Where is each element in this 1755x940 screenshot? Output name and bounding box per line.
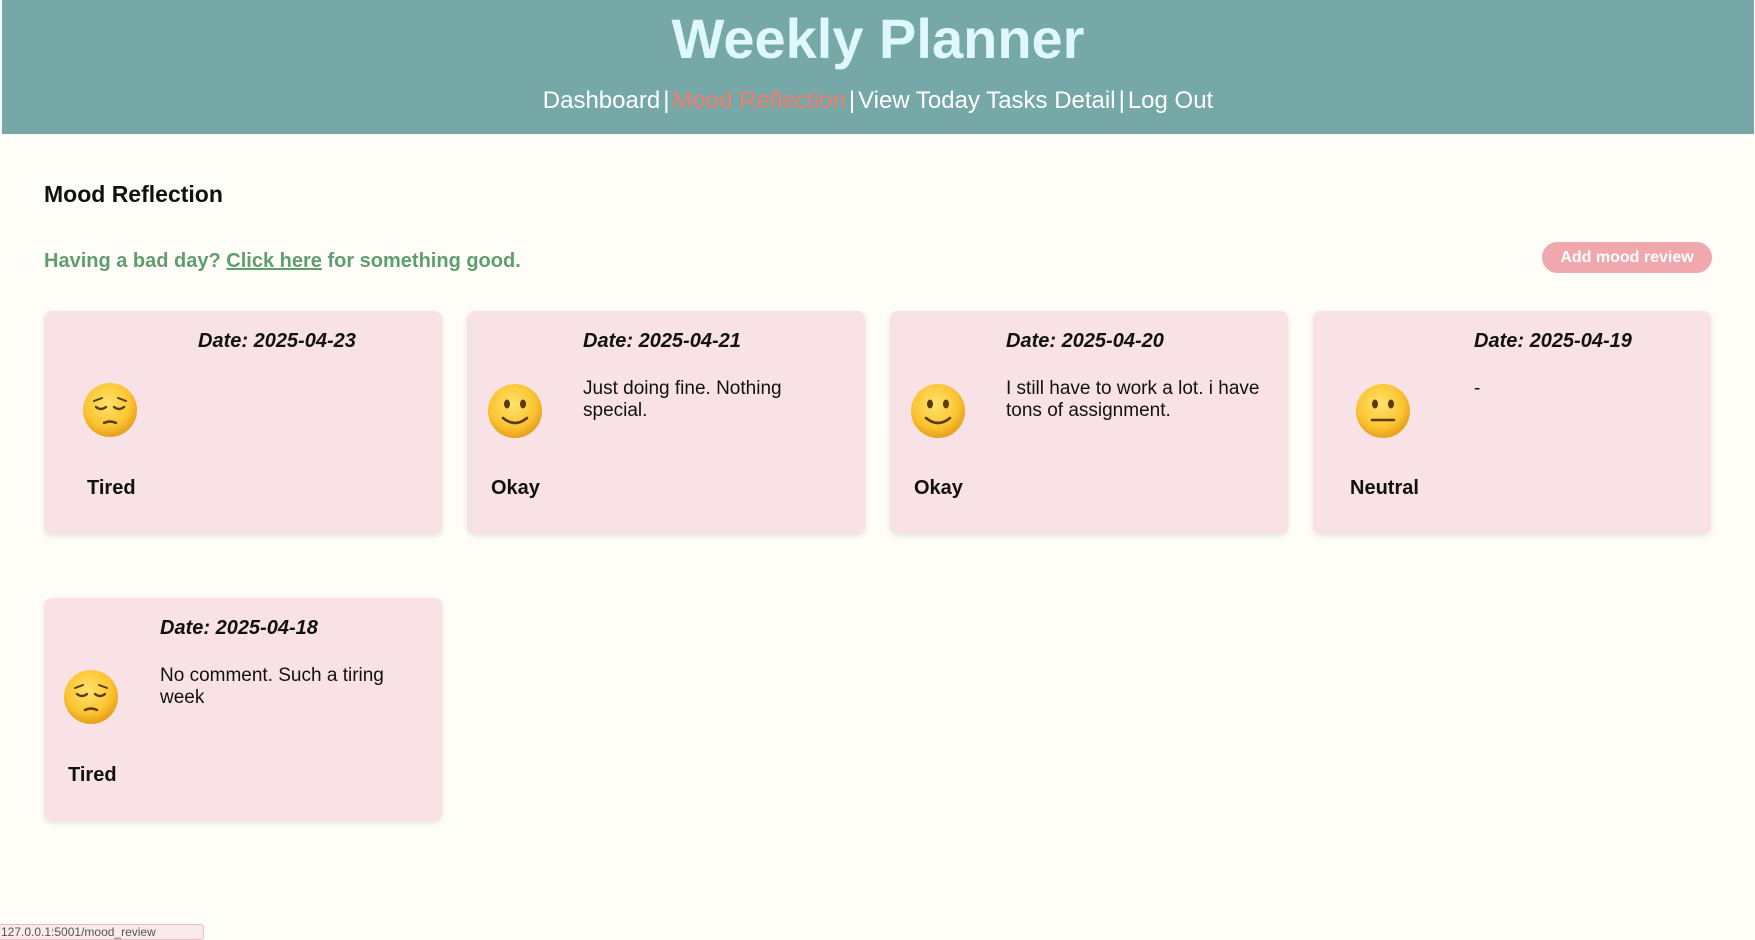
nav-dashboard[interactable]: Dashboard (543, 87, 660, 114)
nav-view-today-tasks[interactable]: View Today Tasks Detail (858, 87, 1115, 114)
mood-card: Date: 2025-04-21 Just doing fine. Nothin… (467, 311, 865, 534)
click-here-link[interactable]: Click here (226, 250, 322, 272)
bad-day-prefix: Having a bad day? (44, 250, 221, 272)
slightly-smiling-face-icon (488, 384, 542, 438)
mood-label: Tired (68, 764, 117, 786)
pensive-face-icon (83, 383, 137, 437)
neutral-face-icon (1356, 384, 1410, 438)
entry-date: Date: 2025-04-21 (583, 330, 741, 352)
entry-note: - (1474, 378, 1481, 399)
site-title: Weekly Planner (671, 7, 1085, 70)
bad-day-message: Having a bad day? Click here for somethi… (44, 248, 521, 274)
mood-card: Date: 2025-04-19 - Neutral (1313, 311, 1711, 534)
site-header: Weekly Planner Dashboard | Mood Reflection… (2, 0, 1754, 134)
add-mood-review-button[interactable]: Add mood review (1542, 242, 1712, 273)
slightly-smiling-face-icon (911, 384, 965, 438)
page-title: Mood Reflection (44, 181, 223, 207)
nav-separator: | (848, 87, 856, 114)
mood-card: Date: 2025-04-23 Tired (44, 311, 442, 534)
nav-separator: | (1118, 87, 1125, 114)
mood-label: Neutral (1350, 477, 1419, 499)
entry-date: Date: 2025-04-19 (1474, 330, 1632, 352)
nav-mood-reflection[interactable]: Mood Reflection (672, 87, 845, 114)
main-nav: Dashboard | Mood Reflection | View Today Tas… (2, 84, 1754, 118)
mood-label: Okay (491, 477, 540, 499)
entry-note: No comment. Such a tiring week (160, 665, 384, 708)
entry-date: Date: 2025-04-18 (160, 617, 318, 639)
mood-card: Date: 2025-04-18 No comment. Such a tiri… (44, 598, 442, 821)
nav-separator: | (663, 87, 670, 114)
nav-log-out[interactable]: Log Out (1128, 87, 1213, 114)
pensive-face-icon (64, 670, 118, 724)
status-bar-url: 127.0.0.1:5001/mood_review (0, 924, 204, 940)
entry-date: Date: 2025-04-20 (1006, 330, 1164, 352)
mood-label: Tired (87, 477, 136, 499)
entry-note: Just doing fine. Nothing special. (583, 378, 782, 421)
bad-day-suffix: for something good. (327, 250, 521, 272)
mood-card: Date: 2025-04-20 I still have to work a … (890, 311, 1288, 534)
entry-note: I still have to work a lot. i have tons … (1006, 378, 1260, 421)
mood-label: Okay (914, 477, 963, 499)
entry-date: Date: 2025-04-23 (198, 330, 356, 352)
